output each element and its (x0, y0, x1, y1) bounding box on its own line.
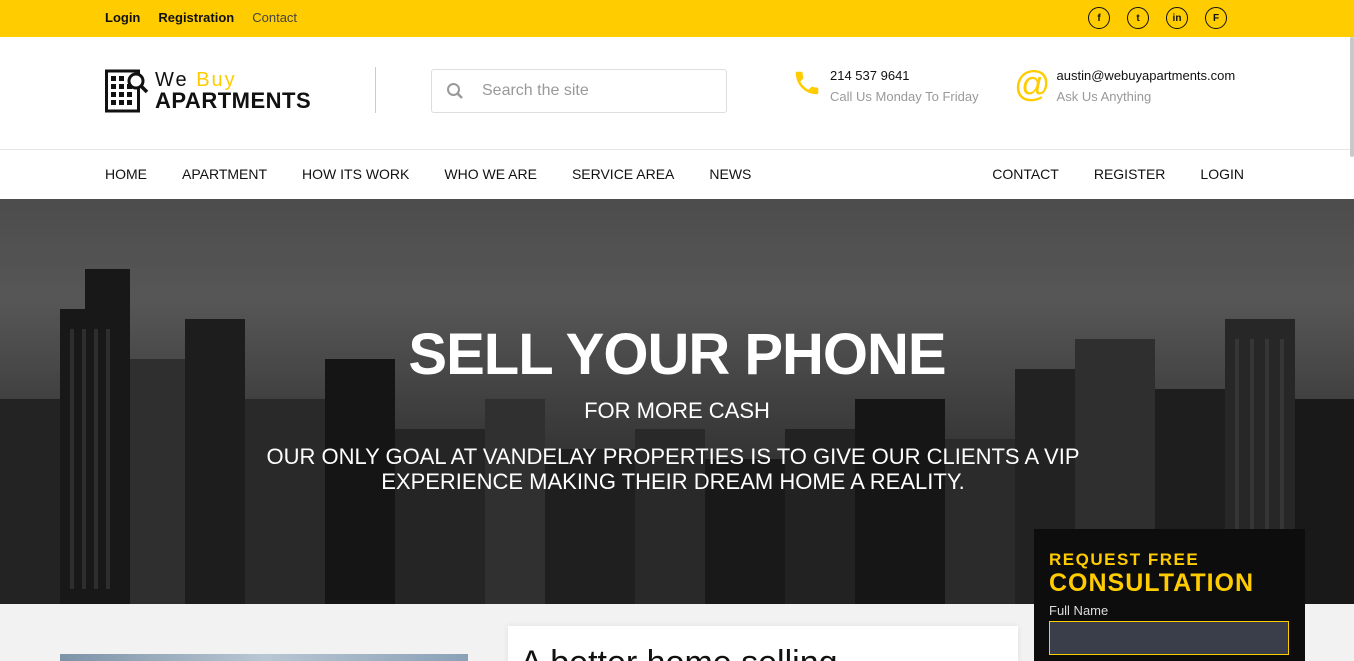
nav-service-area[interactable]: SERVICE AREA (572, 166, 674, 182)
email-contact: @ austin@webuyapartments.com Ask Us Anyt… (1014, 63, 1236, 105)
site-logo[interactable]: We Buy APARTMENTS (105, 69, 311, 113)
nav-left: HOME APARTMENT HOW ITS WORK WHO WE ARE S… (105, 166, 751, 182)
phone-note: Call Us Monday To Friday (830, 89, 979, 104)
phone-number[interactable]: 214 537 9641 (830, 68, 979, 83)
section-card: A better home selling (508, 626, 1018, 661)
email-note: Ask Us Anything (1056, 89, 1152, 104)
nav-register[interactable]: REGISTER (1094, 166, 1166, 182)
section-image (60, 654, 468, 661)
page-scrollbar[interactable] (1350, 37, 1354, 157)
hero-subtitle: FOR MORE CASH (584, 398, 770, 423)
building-logo-icon (105, 69, 149, 113)
full-name-field[interactable] (1049, 621, 1289, 655)
nav-how-its-work[interactable]: HOW ITS WORK (302, 166, 409, 182)
main-nav: HOME APARTMENT HOW ITS WORK WHO WE ARE S… (0, 150, 1354, 199)
contact-link[interactable]: Contact (252, 10, 297, 25)
nav-who-we-are[interactable]: WHO WE ARE (444, 166, 537, 182)
nav-contact[interactable]: CONTACT (992, 166, 1059, 182)
search-icon[interactable] (446, 82, 464, 100)
nav-apartment[interactable]: APARTMENT (182, 166, 267, 182)
account-links: Login Registration Contact (105, 10, 297, 25)
email-address[interactable]: austin@webuyapartments.com (1057, 68, 1236, 83)
phone-contact: 214 537 9641 Call Us Monday To Friday (792, 68, 979, 104)
login-link[interactable]: Login (105, 10, 140, 25)
nav-home[interactable]: HOME (105, 166, 147, 182)
site-header: We Buy APARTMENTS 214 537 9641 Call Us M… (0, 37, 1354, 150)
foursquare-icon[interactable]: F (1205, 7, 1227, 29)
section-heading: A better home selling (520, 644, 838, 661)
at-icon: @ (1014, 63, 1051, 104)
registration-link[interactable]: Registration (158, 10, 234, 25)
consultation-form: REQUEST FREE CONSULTATION Full Name (1034, 529, 1305, 661)
phone-icon (792, 68, 822, 104)
header-divider (375, 67, 376, 113)
logo-text: We Buy APARTMENTS (155, 70, 311, 112)
hero-text: OUR ONLY GOAL AT VANDELAY PROPERTIES IS … (266, 444, 1080, 494)
consultation-heading: CONSULTATION (1049, 569, 1255, 597)
hero-title: SELL YOUR PHONE (408, 322, 946, 387)
linkedin-icon[interactable]: in (1166, 7, 1188, 29)
consultation-kicker: REQUEST FREE (1049, 550, 1200, 569)
nav-login[interactable]: LOGIN (1200, 166, 1244, 182)
logo-word-apartments: APARTMENTS (155, 88, 312, 113)
search-box (431, 69, 727, 113)
facebook-icon[interactable]: f (1088, 7, 1110, 29)
full-name-label: Full Name (1049, 603, 1109, 618)
top-bar: Login Registration Contact f t in F (0, 0, 1354, 37)
search-input[interactable] (482, 70, 718, 112)
nav-right: CONTACT REGISTER LOGIN (992, 166, 1244, 182)
twitter-icon[interactable]: t (1127, 7, 1149, 29)
nav-news[interactable]: NEWS (709, 166, 751, 182)
social-links: f t in F (1088, 7, 1227, 29)
